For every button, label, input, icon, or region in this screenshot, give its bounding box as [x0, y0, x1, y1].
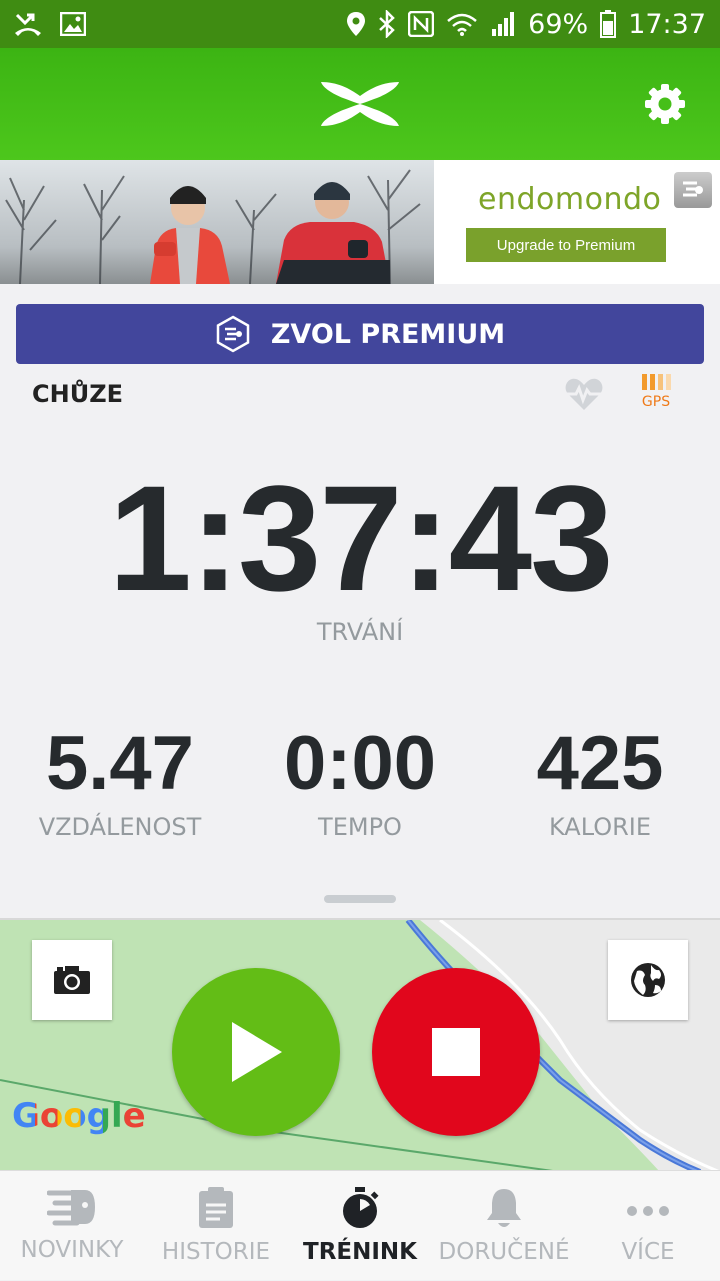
under-armour-logo-icon	[321, 82, 399, 126]
upgrade-to-premium-button[interactable]: Upgrade to Premium	[466, 228, 666, 262]
nav-label-vice: VÍCE	[621, 1239, 675, 1265]
stopwatch-icon	[343, 1187, 379, 1228]
duration-label: TRVÁNÍ	[316, 618, 404, 646]
gear-icon	[645, 84, 685, 124]
nav-label-dorucene: DORUČENÉ	[438, 1239, 570, 1265]
settings-button[interactable]	[644, 83, 686, 130]
gps-label: GPS	[641, 394, 671, 410]
calories-value: 425	[536, 721, 664, 806]
nav-item-vice[interactable]: VÍCE	[576, 1171, 720, 1281]
nav-item-trenink[interactable]: TRÉNINK	[288, 1171, 432, 1281]
duration-value: 1:37:43	[108, 454, 613, 622]
bottom-navigation: NOVINKY HISTORIE TRÉNINK DORUČENÉ VÍCE	[0, 1170, 720, 1280]
missed-call-icon	[15, 13, 41, 36]
pace-value: 0:00	[283, 721, 437, 806]
pace-label: TEMPO	[318, 813, 402, 841]
battery-icon	[600, 10, 617, 38]
sport-selector[interactable]: CHŮZE	[32, 380, 123, 408]
premium-hexagon-icon	[216, 315, 250, 353]
status-bar: 69% 17:37	[0, 0, 720, 48]
more-icon	[627, 1206, 669, 1216]
location-icon	[347, 12, 366, 36]
gps-signal-icon	[638, 374, 674, 390]
map-layer-button[interactable]	[608, 940, 688, 1020]
feed-icon	[47, 1190, 95, 1226]
history-icon	[199, 1187, 233, 1228]
banner-photo	[0, 160, 434, 284]
nav-item-dorucene[interactable]: DORUČENÉ	[432, 1171, 576, 1281]
banner-ad-panel: endomondo Upgrade to Premium	[434, 160, 720, 284]
signal-icon	[492, 12, 515, 36]
camera-button[interactable]	[32, 940, 112, 1020]
app-bar	[0, 48, 720, 160]
image-icon	[60, 12, 86, 36]
bluetooth-icon	[379, 10, 395, 38]
heart-rate-button[interactable]	[564, 376, 604, 417]
nav-label-trenink: TRÉNINK	[303, 1239, 417, 1265]
bell-icon	[487, 1189, 521, 1227]
endomondo-app-icon	[674, 172, 712, 208]
heart-rate-icon	[565, 378, 603, 410]
google-logo-text: Google	[12, 1096, 146, 1136]
distance-stat[interactable]: 5.47 VZDÁLENOST	[0, 720, 240, 841]
nav-item-historie[interactable]: HISTORIE	[144, 1171, 288, 1281]
nfc-icon	[408, 11, 435, 37]
nav-label-historie: HISTORIE	[161, 1239, 271, 1265]
ad-banner[interactable]: endomondo Upgrade to Premium	[0, 160, 720, 284]
wifi-icon	[447, 13, 477, 36]
calories-label: KALORIE	[548, 813, 652, 841]
choose-premium-button[interactable]: ZVOL PREMIUM	[16, 304, 704, 364]
battery-percent: 69%	[528, 8, 589, 40]
stop-icon	[432, 1028, 480, 1076]
google-attribution: Google	[12, 1096, 146, 1136]
panel-drag-handle[interactable]	[324, 895, 396, 903]
globe-icon	[631, 963, 665, 997]
choose-premium-label: ZVOL PREMIUM	[270, 318, 506, 350]
nav-label-novinky: NOVINKY	[20, 1237, 124, 1263]
distance-value: 5.47	[46, 721, 194, 806]
play-icon	[232, 1022, 282, 1082]
stop-button[interactable]	[372, 968, 540, 1136]
clock: 17:37	[628, 8, 706, 40]
gps-indicator: GPS	[638, 374, 674, 410]
camera-icon	[54, 966, 90, 994]
resume-button[interactable]	[172, 968, 340, 1136]
pace-stat[interactable]: 0:00 TEMPO	[240, 720, 480, 841]
distance-label: VZDÁLENOST	[38, 813, 202, 841]
nav-item-novinky[interactable]: NOVINKY	[0, 1171, 144, 1281]
endomondo-logo: endomondo	[478, 182, 662, 217]
calories-stat[interactable]: 425 KALORIE	[480, 720, 720, 841]
